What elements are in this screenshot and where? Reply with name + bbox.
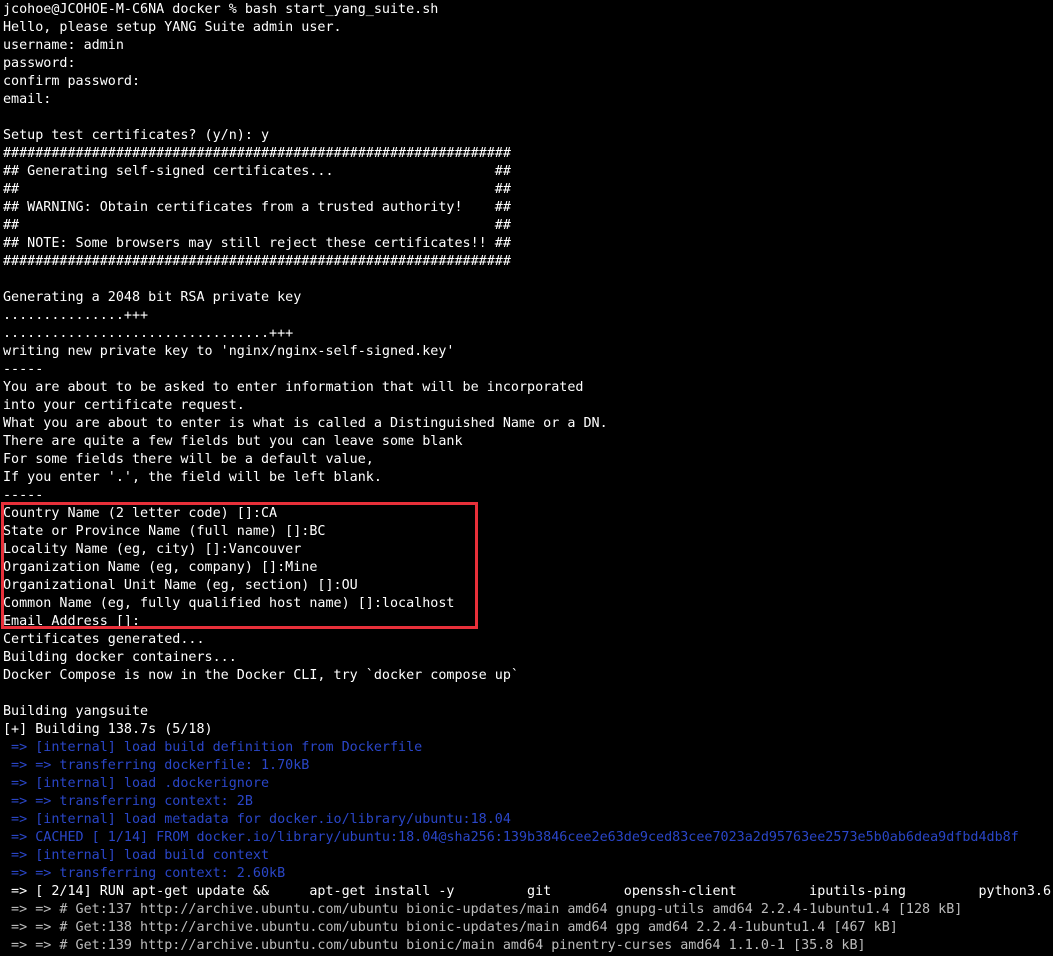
terminal-line: Docker Compose is now in the Docker CLI,… [3, 668, 519, 683]
terminal-line: into your certificate request. [3, 398, 245, 413]
terminal-line: Locality Name (eg, city) []:Vancouver [3, 542, 302, 557]
terminal-line: .................................+++ [3, 326, 294, 341]
terminal-line: ## Generating self-signed certificates..… [3, 164, 511, 179]
terminal-line: ## ## [3, 218, 511, 233]
terminal-line: Country Name (2 letter code) []:CA [3, 506, 278, 521]
terminal-line: ...............+++ [3, 308, 149, 323]
terminal-line: ----- [3, 488, 44, 503]
terminal-line: username: admin [3, 38, 124, 53]
terminal-line: => => # Get:137 http://archive.ubuntu.co… [3, 902, 963, 917]
terminal-line: If you enter '.', the field will be left… [3, 470, 382, 485]
terminal-line: Organization Name (eg, company) []:Mine [3, 560, 318, 575]
terminal-line: password: [3, 56, 76, 71]
terminal-line: Hello, please setup YANG Suite admin use… [3, 20, 342, 35]
terminal-line: confirm password: [3, 74, 141, 89]
terminal-line: ## WARNING: Obtain certificates from a t… [3, 200, 511, 215]
terminal-line: => => transferring context: 2B [3, 794, 253, 809]
terminal-line: => [internal] load build context [3, 848, 270, 863]
terminal-line: ## NOTE: Some browsers may still reject … [3, 236, 511, 251]
terminal-line: Setup test certificates? (y/n): y [3, 128, 270, 143]
terminal-line: => => # Get:138 http://archive.ubuntu.co… [3, 920, 898, 935]
terminal-line: email: [3, 92, 52, 107]
terminal-line: writing new private key to 'nginx/nginx-… [3, 344, 455, 359]
terminal-line: Certificates generated... [3, 632, 205, 647]
terminal-line: => [internal] load .dockerignore [3, 776, 270, 791]
terminal-line: => [internal] load metadata for docker.i… [3, 812, 511, 827]
terminal-line: What you are about to enter is what is c… [3, 416, 608, 431]
terminal-line: State or Province Name (full name) []:BC [3, 524, 326, 539]
terminal-line: jcohoe@JCOHOE-M-C6NA docker % bash start… [3, 2, 439, 17]
terminal-line: => [internal] load build definition from… [3, 740, 423, 755]
terminal-line: There are quite a few fields but you can… [3, 434, 463, 449]
terminal-line: For some fields there will be a default … [3, 452, 374, 467]
terminal-line: ----- [3, 362, 44, 377]
terminal-line: You are about to be asked to enter infor… [3, 380, 584, 395]
terminal-line: Building yangsuite [3, 704, 149, 719]
terminal-line: [+] Building 138.7s (5/18) [3, 722, 213, 737]
terminal-line: => => transferring dockerfile: 1.70kB [3, 758, 310, 773]
terminal-line: => CACHED [ 1/14] FROM docker.io/library… [3, 830, 1019, 845]
terminal-line: Building docker containers... [3, 650, 237, 665]
terminal-window[interactable]: jcohoe@JCOHOE-M-C6NA docker % bash start… [3, 1, 1051, 955]
terminal-line: => => # Get:139 http://archive.ubuntu.co… [3, 938, 866, 953]
terminal-line: Common Name (eg, fully qualified host na… [3, 596, 455, 611]
terminal-line: Email Address []: [3, 614, 141, 629]
terminal-line: ########################################… [3, 254, 511, 269]
terminal-line: => [ 2/14] RUN apt-get update && apt-get… [3, 884, 1051, 899]
terminal-line: Generating a 2048 bit RSA private key [3, 290, 302, 305]
terminal-line: ## ## [3, 182, 511, 197]
terminal-line: ########################################… [3, 146, 511, 161]
terminal-line: Organizational Unit Name (eg, section) [… [3, 578, 358, 593]
terminal-line: => => transferring context: 2.60kB [3, 866, 286, 881]
